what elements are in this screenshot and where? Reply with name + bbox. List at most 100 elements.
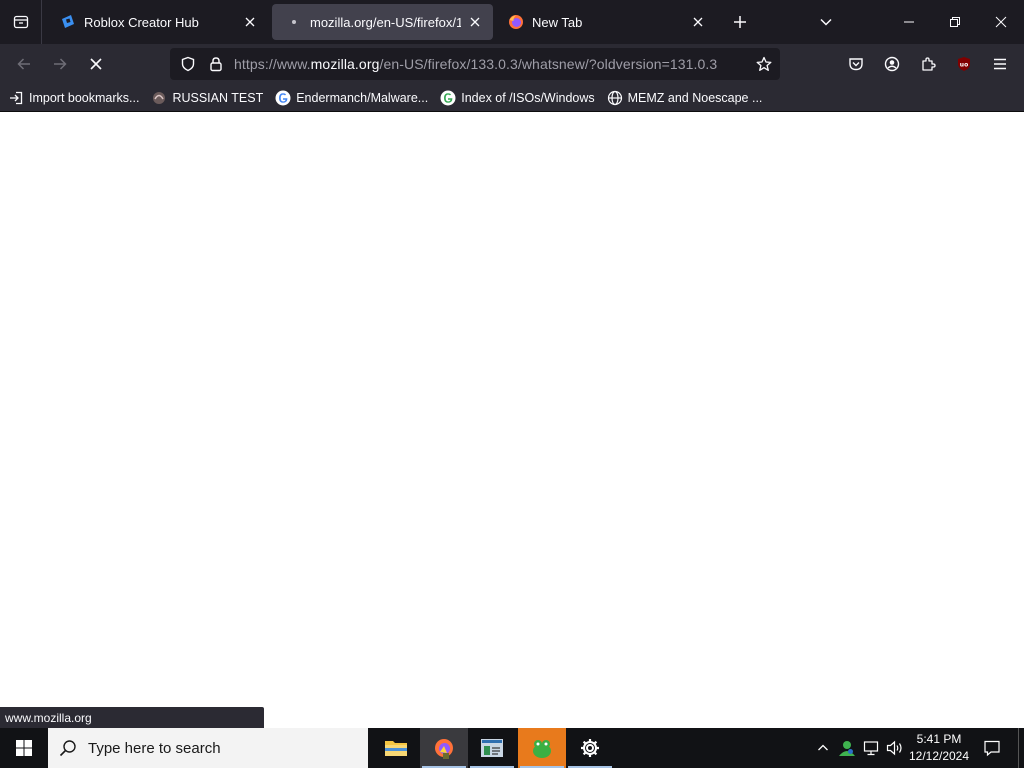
app-menu-button[interactable] bbox=[984, 48, 1016, 80]
volume-tray-button[interactable] bbox=[884, 728, 906, 768]
stop-button[interactable] bbox=[80, 48, 112, 80]
bookmark-label: Endermanch/Malware... bbox=[296, 90, 429, 105]
tab-mozilla-whatsnew[interactable]: mozilla.org/en-US/firefox/133.0 bbox=[272, 4, 493, 40]
notification-icon bbox=[984, 740, 1000, 757]
russian-test-favicon bbox=[151, 90, 167, 106]
url-text[interactable]: https://www.mozilla.org/en-US/firefox/13… bbox=[234, 56, 750, 72]
extensions-button[interactable] bbox=[912, 48, 944, 80]
ublock-origin-button[interactable]: uo bbox=[948, 48, 980, 80]
tab-roblox-creator-hub[interactable]: Roblox Creator Hub bbox=[46, 4, 268, 40]
gear-icon bbox=[581, 739, 599, 757]
show-hidden-icons-button[interactable] bbox=[812, 728, 834, 768]
close-icon bbox=[995, 16, 1007, 28]
page-content[interactable] bbox=[0, 112, 1024, 728]
tab-title: Roblox Creator Hub bbox=[84, 14, 199, 30]
close-icon[interactable] bbox=[461, 8, 489, 36]
firefox-view-button[interactable] bbox=[0, 0, 42, 44]
search-placeholder: Type here to search bbox=[88, 739, 221, 757]
new-tab-button[interactable] bbox=[722, 4, 758, 40]
minimize-icon bbox=[904, 21, 914, 23]
firefox-view-icon bbox=[13, 15, 28, 29]
task-manager-icon bbox=[481, 739, 503, 757]
people-tray-button[interactable] bbox=[836, 728, 858, 768]
settings-taskbar-button[interactable] bbox=[566, 728, 614, 768]
windows-taskbar: Type here to search 5:41 PM 12/12/2024 bbox=[0, 728, 1024, 768]
google-icon bbox=[275, 90, 291, 106]
bookmark-star-icon[interactable] bbox=[750, 48, 778, 80]
bookmark-import[interactable]: Import bookmarks... bbox=[8, 90, 139, 106]
url-domain: mozilla.org bbox=[310, 56, 380, 72]
firefox-icon bbox=[508, 14, 524, 30]
list-all-tabs-button[interactable] bbox=[808, 4, 844, 40]
pocket-button[interactable] bbox=[840, 48, 872, 80]
roblox-icon bbox=[60, 14, 76, 30]
lock-icon[interactable] bbox=[202, 48, 230, 80]
bookmark-label: Index of /ISOs/Windows bbox=[461, 90, 595, 105]
bookmark-label: MEMZ and Noescape ... bbox=[627, 90, 763, 105]
globe-icon bbox=[607, 90, 623, 106]
navigation-toolbar: https://www.mozilla.org/en-US/firefox/13… bbox=[0, 44, 1024, 84]
chevron-up-icon bbox=[818, 744, 828, 751]
bookmark-label: RUSSIAN TEST bbox=[172, 90, 264, 105]
back-button[interactable] bbox=[8, 48, 40, 80]
folder-icon bbox=[385, 741, 407, 756]
tab-new-tab[interactable]: New Tab bbox=[494, 4, 716, 40]
back-arrow-icon bbox=[17, 58, 30, 70]
firefox-custom-icon bbox=[435, 739, 453, 759]
restore-icon bbox=[950, 17, 960, 27]
search-icon bbox=[48, 739, 88, 757]
account-icon bbox=[884, 56, 900, 72]
bookmark-label: Import bookmarks... bbox=[29, 90, 140, 105]
windows-logo-icon bbox=[16, 740, 32, 756]
forward-arrow-icon bbox=[54, 58, 67, 70]
bookmark-endermanch-malware[interactable]: Endermanch/Malware... bbox=[275, 90, 428, 106]
url-prefix: https://www. bbox=[234, 56, 311, 72]
speaker-icon bbox=[886, 740, 902, 756]
bonzi-app-taskbar-button[interactable] bbox=[518, 728, 566, 768]
network-tray-button[interactable] bbox=[860, 728, 882, 768]
green-creature-icon bbox=[533, 740, 551, 758]
clock-date: 12/12/2024 bbox=[908, 749, 970, 763]
stop-icon bbox=[90, 58, 102, 70]
bookmarks-toolbar: Import bookmarks... RUSSIAN TEST Enderma… bbox=[0, 84, 1024, 112]
svg-text:uo: uo bbox=[960, 62, 968, 69]
firefox-taskbar-button[interactable] bbox=[420, 728, 468, 768]
network-icon bbox=[863, 741, 879, 756]
forward-button[interactable] bbox=[44, 48, 76, 80]
user-badge-icon bbox=[839, 741, 855, 756]
minimize-button[interactable] bbox=[886, 0, 932, 44]
ublock-origin-icon: uo bbox=[958, 57, 970, 71]
url-path: /en-US/firefox/133.0.3/whatsnew/?oldvers… bbox=[379, 56, 718, 72]
tracking-protection-shield-icon[interactable] bbox=[174, 48, 202, 80]
url-bar[interactable]: https://www.mozilla.org/en-US/firefox/13… bbox=[170, 48, 780, 80]
browser-window: Roblox Creator Hub mozilla.org/en-US/fir… bbox=[0, 0, 1024, 112]
bookmark-memz-noescape[interactable]: MEMZ and Noescape ... bbox=[607, 90, 763, 106]
bookmark-isos-windows[interactable]: Index of /ISOs/Windows bbox=[440, 90, 595, 106]
loading-dot-icon bbox=[286, 14, 302, 30]
hamburger-menu-icon bbox=[994, 58, 1006, 70]
tab-title: New Tab bbox=[532, 14, 583, 30]
chevron-down-icon bbox=[820, 18, 832, 26]
account-button[interactable] bbox=[876, 48, 908, 80]
puzzle-icon bbox=[922, 57, 936, 71]
action-center-button[interactable] bbox=[978, 728, 1006, 768]
show-desktop-button[interactable] bbox=[1018, 728, 1024, 768]
plus-icon bbox=[734, 16, 746, 28]
tab-title: mozilla.org/en-US/firefox/133.0 bbox=[310, 14, 461, 30]
bookmark-russian-test[interactable]: RUSSIAN TEST bbox=[151, 90, 263, 106]
clock-time: 5:41 PM bbox=[916, 732, 962, 746]
taskbar-clock[interactable]: 5:41 PM 12/12/2024 bbox=[906, 731, 972, 765]
task-manager-taskbar-button[interactable] bbox=[468, 728, 516, 768]
start-button[interactable] bbox=[0, 728, 48, 768]
import-icon bbox=[8, 90, 24, 106]
status-panel: www.mozilla.org bbox=[0, 707, 264, 728]
tab-strip: Roblox Creator Hub mozilla.org/en-US/fir… bbox=[0, 0, 1024, 44]
pocket-icon bbox=[849, 58, 863, 71]
close-icon[interactable] bbox=[684, 8, 712, 36]
file-explorer-taskbar-button[interactable] bbox=[372, 728, 420, 768]
taskbar-search-box[interactable]: Type here to search bbox=[48, 728, 368, 768]
google-icon bbox=[440, 90, 456, 106]
close-icon[interactable] bbox=[236, 8, 264, 36]
close-window-button[interactable] bbox=[978, 0, 1024, 44]
restore-button[interactable] bbox=[932, 0, 978, 44]
